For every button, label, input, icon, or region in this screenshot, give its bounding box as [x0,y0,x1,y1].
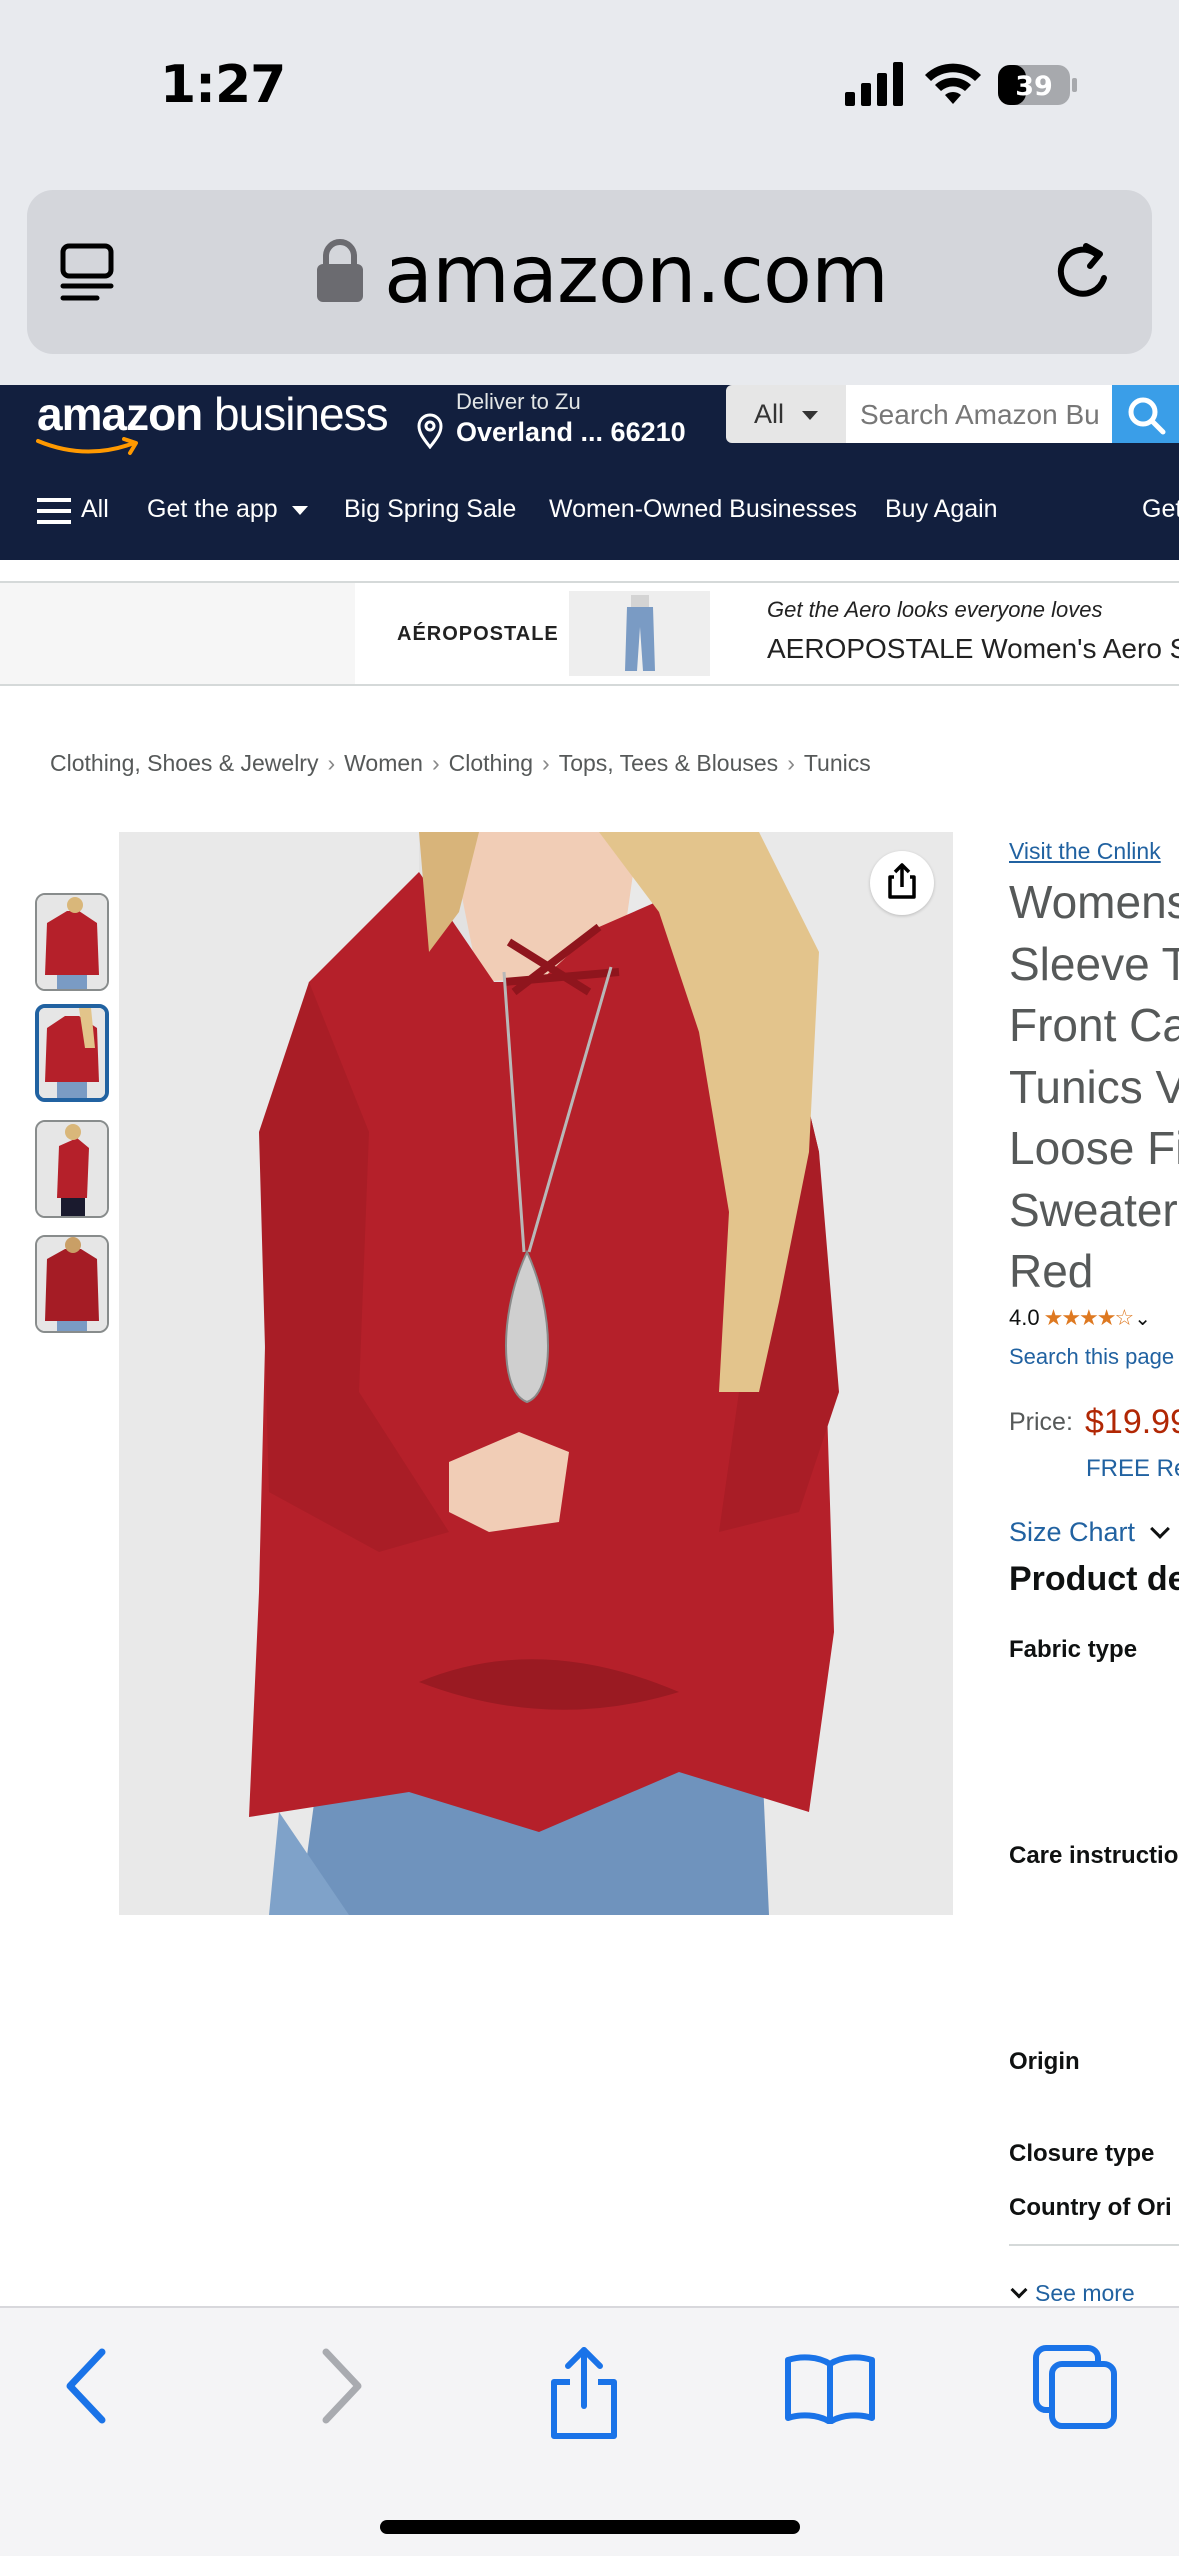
address-bar[interactable]: amazon.com [27,190,1152,354]
status-bar: 1:27 39 [0,0,1179,170]
ad-tagline: Get the Aero looks everyone loves [767,597,1103,622]
lock-icon [317,239,363,302]
sponsored-ad-banner[interactable]: AÉROPOSTALE Get the Aero looks everyone … [0,581,1179,686]
breadcrumb-item[interactable]: Clothing [449,750,533,776]
reader-icon[interactable] [57,240,121,304]
title-line: Sleeve T [1009,937,1179,990]
chevron-down-icon [1150,1519,1170,1539]
title-line: Sweaters [1009,1183,1179,1236]
status-time: 1:27 [160,55,286,115]
nav-all[interactable]: All [81,495,109,524]
hamburger-icon[interactable] [37,497,71,525]
forward-icon[interactable] [310,2346,370,2426]
rating-row[interactable]: 4.0 ★★★★☆ ⌄ [1009,1305,1151,1331]
detail-label-closure: Closure type [1009,2140,1155,2167]
deliver-to-label: Deliver to Zu [456,389,581,414]
location-pin-icon [417,413,443,449]
share-sheet-icon[interactable] [544,2346,624,2442]
ad-product-image [569,591,710,676]
title-line: Loose Fi [1009,1122,1179,1174]
product-main-image[interactable] [119,832,953,1915]
free-returns-link[interactable]: FREE Re [1086,1455,1179,1483]
search-category-dropdown[interactable]: All [726,385,846,443]
battery-level: 39 [1015,71,1053,102]
ad-brand-logo: AÉROPOSTALE [397,623,559,645]
amazon-smile-icon [36,437,138,455]
share-icon [888,863,916,899]
breadcrumb-separator: › [431,750,440,776]
search-input[interactable]: Search Amazon Bu [846,385,1112,443]
amazon-header: amazon business Deliver to Zu Overland .… [0,385,1179,560]
see-more-link[interactable]: See more [1009,2280,1135,2307]
back-icon[interactable] [58,2346,118,2426]
search-category-label: All [754,399,785,429]
tabs-icon[interactable] [1032,2344,1120,2432]
chevron-down-icon [1010,2281,1028,2299]
bookmarks-icon[interactable] [784,2352,876,2424]
breadcrumb-item[interactable]: Tunics [804,750,871,776]
price-value: $19.99 [1085,1403,1179,1441]
browser-toolbar: amazon.com [0,170,1179,385]
logo-brand: amazon [37,388,203,440]
search-this-page-link[interactable]: Search this page [1009,1344,1174,1370]
detail-label-country: Country of Ori [1009,2194,1172,2221]
nav-get-the-app[interactable]: Get the app [147,495,308,524]
star-rating-icon: ★★★★☆ [1043,1306,1135,1331]
detail-label-fabric: Fabric type [1009,1636,1138,1663]
price-label: Price: [1009,1408,1073,1436]
share-button[interactable] [870,851,934,915]
title-line: Red [1009,1245,1094,1297]
detail-label-care: Care instructio [1009,1842,1179,1869]
title-line: Womens [1009,876,1179,928]
image-thumbnail[interactable] [35,1235,109,1333]
logo-suffix: business [214,388,389,440]
chevron-down-icon: ⌄ [1134,1308,1151,1330]
search-button[interactable] [1112,385,1179,443]
safari-bottom-toolbar [0,2306,1179,2556]
cellular-signal-icon [845,62,903,106]
detail-label-origin: Origin [1009,2048,1080,2075]
caret-down-icon [802,411,819,421]
breadcrumb-item[interactable]: Clothing, Shoes & Jewelry [50,750,318,776]
breadcrumb-item[interactable]: Women [344,750,423,776]
nav-women-owned[interactable]: Women-Owned Businesses [549,495,857,524]
nav-big-spring-sale[interactable]: Big Spring Sale [344,495,516,524]
nav-get-more[interactable]: Get [1142,495,1179,524]
wifi-icon [925,63,981,104]
image-thumbnail[interactable] [35,1120,109,1218]
see-more-label: See more [1035,2280,1135,2306]
breadcrumb-item[interactable]: Tops, Tees & Blouses [559,750,778,776]
product-title: Womens Sleeve T Front Ca Tunics V Loose … [1009,872,1179,1303]
amazon-business-logo[interactable]: amazon business [37,387,389,441]
size-chart-label: Size Chart [1009,1517,1136,1547]
image-thumbnail-selected[interactable] [35,1004,109,1102]
nav-buy-again[interactable]: Buy Again [885,495,998,524]
rating-value: 4.0 [1009,1305,1040,1330]
divider [1009,2244,1179,2246]
breadcrumb-separator: › [542,750,550,776]
deliver-location: Overland ... 66210 [456,417,686,447]
home-indicator [380,2520,800,2534]
image-thumbnail[interactable] [35,893,109,991]
breadcrumb: Clothing, Shoes & Jewelry › Women › Clothing… [50,750,871,777]
url-text: amazon.com [384,228,889,321]
nav-get-the-app-label: Get the app [147,495,278,523]
reload-icon[interactable] [1050,238,1118,306]
title-line: Front Ca [1009,999,1179,1051]
visit-store-link[interactable]: Visit the Cnlink [1009,838,1161,865]
ad-title[interactable]: AEROPOSTALE Women's Aero Stre [767,633,1179,665]
title-line: Tunics V [1009,1060,1179,1113]
battery-icon: 39 [998,65,1077,105]
search-icon [1128,397,1166,435]
nav-row: All Get the app Big Spring Sale Women-Ow… [0,495,1179,545]
caret-down-icon [291,505,308,515]
size-chart-link[interactable]: Size Chart [1009,1517,1170,1548]
product-details-heading: Product de [1009,1560,1179,1598]
breadcrumb-separator: › [327,750,336,776]
breadcrumb-separator: › [787,750,795,776]
